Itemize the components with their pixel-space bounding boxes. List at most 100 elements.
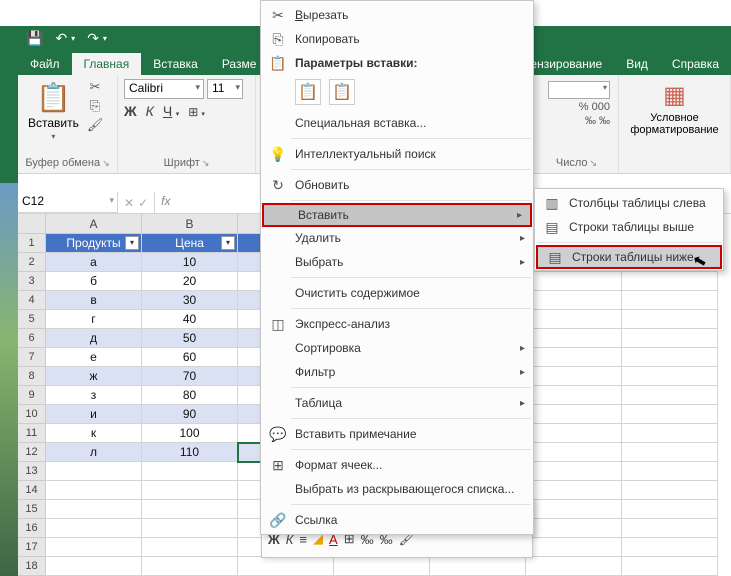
cell[interactable] (526, 386, 622, 405)
paste-opt-1[interactable]: 📋 (295, 79, 321, 105)
menu-insert[interactable]: Вставить▸ (262, 203, 532, 227)
cell[interactable] (622, 519, 718, 538)
row-header[interactable]: 18 (18, 557, 46, 576)
cell[interactable]: 70 (142, 367, 238, 386)
cell[interactable] (526, 557, 622, 576)
copy-icon[interactable]: ⎘ (90, 98, 100, 114)
cell[interactable] (526, 481, 622, 500)
cell[interactable] (526, 272, 622, 291)
menu-select[interactable]: Выбрать▸ (261, 250, 533, 274)
row-header[interactable]: 17 (18, 538, 46, 557)
bold-button[interactable]: Ж (124, 103, 137, 121)
format-painter-icon[interactable]: 🖌 (87, 117, 104, 133)
row-header[interactable]: 14 (18, 481, 46, 500)
cell[interactable] (430, 557, 526, 576)
redo-icon[interactable]: ↷ (87, 30, 99, 47)
menu-filter[interactable]: Фильтр▸ (261, 360, 533, 384)
fx-label[interactable]: fx (155, 192, 176, 213)
cell[interactable] (622, 386, 718, 405)
menu-smart-lookup[interactable]: 💡Интеллектуальный поиск (261, 142, 533, 166)
cell[interactable]: 80 (142, 386, 238, 405)
font-size-combo[interactable]: 11 (207, 79, 243, 99)
row-header[interactable]: 12 (18, 443, 46, 462)
cell[interactable] (526, 367, 622, 386)
paste-dropdown[interactable]: ▾ (51, 132, 55, 141)
cell[interactable] (142, 481, 238, 500)
cell[interactable] (526, 348, 622, 367)
menu-delete[interactable]: Удалить▸ (261, 226, 533, 250)
select-all-corner[interactable] (18, 214, 46, 234)
submenu-rows-below[interactable]: ▤Строки таблицы ниже⬉ (536, 245, 722, 269)
row-header[interactable]: 3 (18, 272, 46, 291)
font-launcher-icon[interactable]: ↘ (202, 158, 210, 168)
tab-insert[interactable]: Вставка (141, 53, 210, 75)
italic-button[interactable]: К (146, 103, 154, 121)
cell[interactable]: 90 (142, 405, 238, 424)
menu-link[interactable]: 🔗Ссылка (261, 508, 533, 532)
font-name-combo[interactable]: Calibri (124, 79, 204, 99)
tab-help[interactable]: Справка (660, 53, 731, 75)
cell[interactable]: к (46, 424, 142, 443)
row-header[interactable]: 11 (18, 424, 46, 443)
table-header-cell[interactable]: Продукты▾ (46, 234, 142, 253)
cell[interactable] (46, 538, 142, 557)
name-box[interactable]: C12 (18, 192, 118, 213)
cell[interactable] (526, 443, 622, 462)
conditional-format-button[interactable]: ▦ Условное форматирование (625, 79, 724, 138)
undo-dropdown[interactable]: ▾ (71, 34, 75, 43)
cell[interactable] (526, 310, 622, 329)
cell[interactable] (142, 519, 238, 538)
cell[interactable] (142, 538, 238, 557)
cell[interactable] (526, 538, 622, 557)
cell[interactable] (142, 500, 238, 519)
cut-icon[interactable]: ✂ (90, 79, 101, 95)
undo-icon[interactable]: ↶ (55, 30, 67, 47)
cell[interactable] (622, 291, 718, 310)
submenu-rows-above[interactable]: ▤Строки таблицы выше (535, 215, 723, 239)
row-header[interactable]: 5 (18, 310, 46, 329)
menu-sort[interactable]: Сортировка▸ (261, 336, 533, 360)
number-launcher-icon[interactable]: ↘ (590, 158, 598, 168)
cell[interactable] (142, 462, 238, 481)
cell[interactable] (526, 519, 622, 538)
confirm-formula-icon[interactable]: ✓ (138, 196, 148, 210)
tab-home[interactable]: Главная (72, 53, 142, 75)
cell[interactable]: 50 (142, 329, 238, 348)
cell[interactable] (622, 462, 718, 481)
cell[interactable] (622, 443, 718, 462)
menu-paste-special[interactable]: Специальная вставка... (261, 111, 533, 135)
cell[interactable]: е (46, 348, 142, 367)
cell[interactable]: 60 (142, 348, 238, 367)
clipboard-launcher-icon[interactable]: ↘ (102, 158, 110, 168)
cell[interactable] (622, 405, 718, 424)
cell[interactable] (622, 272, 718, 291)
row-header[interactable]: 16 (18, 519, 46, 538)
cell[interactable] (622, 538, 718, 557)
underline-button[interactable]: Ч ▾ (163, 103, 179, 121)
cell[interactable]: б (46, 272, 142, 291)
paste-opt-2[interactable]: 📋 (329, 79, 355, 105)
menu-clear[interactable]: Очистить содержимое (261, 281, 533, 305)
filter-dropdown-icon[interactable]: ▾ (125, 236, 139, 250)
menu-format-cells[interactable]: ⊞Формат ячеек... (261, 453, 533, 477)
row-header[interactable]: 7 (18, 348, 46, 367)
cell[interactable] (46, 481, 142, 500)
cell[interactable]: а (46, 253, 142, 272)
cell[interactable]: 110 (142, 443, 238, 462)
cell[interactable] (622, 481, 718, 500)
cell[interactable]: 10 (142, 253, 238, 272)
cell[interactable]: 20 (142, 272, 238, 291)
menu-refresh[interactable]: ↻Обновить (261, 173, 533, 197)
cell[interactable] (46, 557, 142, 576)
cell[interactable]: д (46, 329, 142, 348)
menu-insert-comment[interactable]: 💬Вставить примечание (261, 422, 533, 446)
cell[interactable]: 30 (142, 291, 238, 310)
tab-view[interactable]: Вид (614, 53, 660, 75)
row-header[interactable]: 6 (18, 329, 46, 348)
row-header[interactable]: 4 (18, 291, 46, 310)
row-header[interactable]: 1 (18, 234, 46, 253)
row-header[interactable]: 10 (18, 405, 46, 424)
border-button[interactable]: ⊞ ▾ (188, 105, 205, 120)
cell[interactable] (622, 310, 718, 329)
cell[interactable]: ж (46, 367, 142, 386)
